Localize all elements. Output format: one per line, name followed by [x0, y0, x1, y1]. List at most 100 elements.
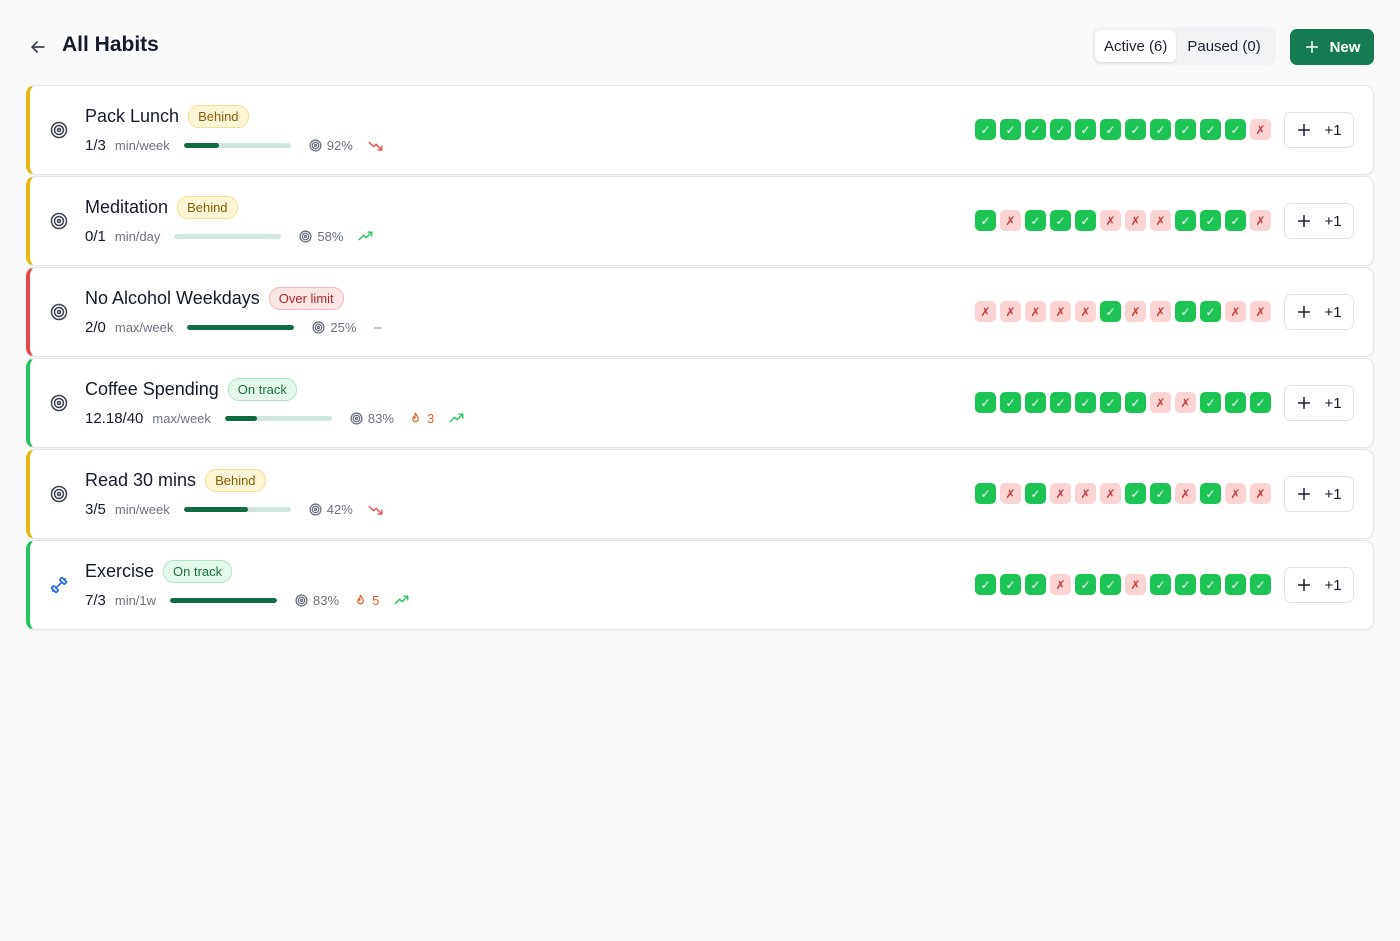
completion-rate: 83% — [295, 593, 339, 608]
history-day-missed[interactable]: ✗ — [1150, 210, 1171, 231]
habit-card[interactable]: Pack Lunch Behind 1/3 min/week 92% ✓ ✓ ✓ ✓ ✓ ✓ ✓ ✓ ✓ ✓… — [26, 85, 1374, 175]
history-day-missed[interactable]: ✗ — [1175, 392, 1196, 413]
habit-card[interactable]: No Alcohol Weekdays Over limit 2/0 max/week… — [26, 267, 1374, 357]
history-day-missed[interactable]: ✗ — [1050, 574, 1071, 595]
history-day-done[interactable]: ✓ — [1100, 301, 1121, 322]
history-day-done[interactable]: ✓ — [1025, 483, 1046, 504]
history-day-missed[interactable]: ✗ — [1050, 483, 1071, 504]
history-day-done[interactable]: ✓ — [1225, 119, 1246, 140]
history-day-missed[interactable]: ✗ — [1250, 119, 1271, 140]
history-day-done[interactable]: ✓ — [975, 119, 996, 140]
history-day-missed[interactable]: ✗ — [1000, 210, 1021, 231]
history-day-missed[interactable]: ✗ — [1100, 210, 1121, 231]
history-day-done[interactable]: ✓ — [1100, 392, 1121, 413]
filter-active-button[interactable]: Active (6) — [1095, 30, 1177, 62]
history-day-done[interactable]: ✓ — [975, 210, 996, 231]
history-day-missed[interactable]: ✗ — [1150, 392, 1171, 413]
history-day-missed[interactable]: ✗ — [1075, 301, 1096, 322]
history-day-done[interactable]: ✓ — [1200, 574, 1221, 595]
increment-button[interactable]: +1 — [1284, 112, 1354, 148]
back-button[interactable] — [26, 35, 50, 59]
history-day-done[interactable]: ✓ — [975, 392, 996, 413]
history-day-missed[interactable]: ✗ — [1150, 301, 1171, 322]
history-day-missed[interactable]: ✗ — [1125, 574, 1146, 595]
history-day-missed[interactable]: ✗ — [1000, 483, 1021, 504]
history-day-done[interactable]: ✓ — [1200, 119, 1221, 140]
history-day-done[interactable]: ✓ — [1150, 119, 1171, 140]
history-day-missed[interactable]: ✗ — [1125, 301, 1146, 322]
increment-button[interactable]: +1 — [1284, 385, 1354, 421]
plus-icon — [1305, 40, 1318, 54]
history-day-done[interactable]: ✓ — [1175, 301, 1196, 322]
history-day-done[interactable]: ✓ — [1150, 483, 1171, 504]
history-day-done[interactable]: ✓ — [1250, 574, 1271, 595]
history-day-done[interactable]: ✓ — [1000, 574, 1021, 595]
history-day-done[interactable]: ✓ — [1225, 574, 1246, 595]
history-day-done[interactable]: ✓ — [1000, 119, 1021, 140]
habit-name[interactable]: Pack Lunch — [85, 106, 179, 127]
history-day-done[interactable]: ✓ — [1125, 119, 1146, 140]
habit-card[interactable]: Coffee Spending On track 12.18/40 max/week 8… — [26, 358, 1374, 448]
history-day-done[interactable]: ✓ — [1125, 483, 1146, 504]
history-day-done[interactable]: ✓ — [1100, 574, 1121, 595]
history-day-done[interactable]: ✓ — [1250, 392, 1271, 413]
increment-button[interactable]: +1 — [1284, 567, 1354, 603]
habit-name[interactable]: Exercise — [85, 561, 154, 582]
completion-rate: 58% — [299, 229, 343, 244]
history-day-done[interactable]: ✓ — [1175, 119, 1196, 140]
history-day-done[interactable]: ✓ — [1150, 574, 1171, 595]
history-day-done[interactable]: ✓ — [975, 483, 996, 504]
increment-button[interactable]: +1 — [1284, 294, 1354, 330]
history-day-missed[interactable]: ✗ — [1250, 483, 1271, 504]
history-day-missed[interactable]: ✗ — [1225, 483, 1246, 504]
history-day-done[interactable]: ✓ — [1050, 392, 1071, 413]
history-day-missed[interactable]: ✗ — [1025, 301, 1046, 322]
history-day-done[interactable]: ✓ — [1100, 119, 1121, 140]
history-day-done[interactable]: ✓ — [1075, 119, 1096, 140]
history-day-done[interactable]: ✓ — [1200, 210, 1221, 231]
history-day-done[interactable]: ✓ — [1025, 210, 1046, 231]
history-day-done[interactable]: ✓ — [1025, 574, 1046, 595]
history-day-done[interactable]: ✓ — [1200, 483, 1221, 504]
check-icon: ✓ — [1105, 395, 1116, 410]
history-day-missed[interactable]: ✗ — [1000, 301, 1021, 322]
habit-card[interactable]: Read 30 mins Behind 3/5 min/week 42% ✓ ✗ ✓ ✗ ✗ ✗ ✓ ✓… — [26, 449, 1374, 539]
history-day-done[interactable]: ✓ — [1075, 574, 1096, 595]
new-habit-button[interactable]: New — [1290, 29, 1374, 65]
history-day-missed[interactable]: ✗ — [1175, 483, 1196, 504]
increment-button[interactable]: +1 — [1284, 203, 1354, 239]
new-habit-label: New — [1329, 38, 1361, 56]
history-day-done[interactable]: ✓ — [1050, 119, 1071, 140]
history-day-done[interactable]: ✓ — [1200, 392, 1221, 413]
history-day-done[interactable]: ✓ — [1050, 210, 1071, 231]
history-day-missed[interactable]: ✗ — [975, 301, 996, 322]
history-day-missed[interactable]: ✗ — [1050, 301, 1071, 322]
history-day-missed[interactable]: ✗ — [1225, 301, 1246, 322]
history-day-done[interactable]: ✓ — [1000, 392, 1021, 413]
habit-card[interactable]: Exercise On track 7/3 min/1w 83% 5 ✓ ✓ ✓ ✗ ✓ ✓ ✗ ✓ ✓ ✓ ✓… — [26, 540, 1374, 630]
habit-name[interactable]: Meditation — [85, 197, 168, 218]
history-day-missed[interactable]: ✗ — [1125, 210, 1146, 231]
history-strip: ✓ ✓ ✓ ✓ ✓ ✓ ✓ ✗ ✗ ✓ ✓ ✓ — [975, 392, 1271, 413]
history-day-done[interactable]: ✓ — [1175, 574, 1196, 595]
history-day-done[interactable]: ✓ — [1175, 210, 1196, 231]
increment-button[interactable]: +1 — [1284, 476, 1354, 512]
history-day-missed[interactable]: ✗ — [1075, 483, 1096, 504]
history-day-done[interactable]: ✓ — [1025, 392, 1046, 413]
habit-card[interactable]: Meditation Behind 0/1 min/day 58% ✓ ✗ ✓ ✓ ✓ ✗ ✗ ✗ ✓ ✓ ✓… — [26, 176, 1374, 266]
history-day-done[interactable]: ✓ — [1225, 392, 1246, 413]
history-day-done[interactable]: ✓ — [1075, 210, 1096, 231]
history-day-missed[interactable]: ✗ — [1250, 210, 1271, 231]
history-day-done[interactable]: ✓ — [1025, 119, 1046, 140]
habit-name[interactable]: Read 30 mins — [85, 470, 196, 491]
history-day-done[interactable]: ✓ — [1200, 301, 1221, 322]
history-day-done[interactable]: ✓ — [1225, 210, 1246, 231]
history-day-done[interactable]: ✓ — [1125, 392, 1146, 413]
history-day-missed[interactable]: ✗ — [1250, 301, 1271, 322]
habit-name[interactable]: Coffee Spending — [85, 379, 219, 400]
history-day-done[interactable]: ✓ — [1075, 392, 1096, 413]
filter-paused-button[interactable]: Paused (0) — [1178, 30, 1269, 62]
history-day-done[interactable]: ✓ — [975, 574, 996, 595]
habit-name[interactable]: No Alcohol Weekdays — [85, 288, 260, 309]
history-day-missed[interactable]: ✗ — [1100, 483, 1121, 504]
